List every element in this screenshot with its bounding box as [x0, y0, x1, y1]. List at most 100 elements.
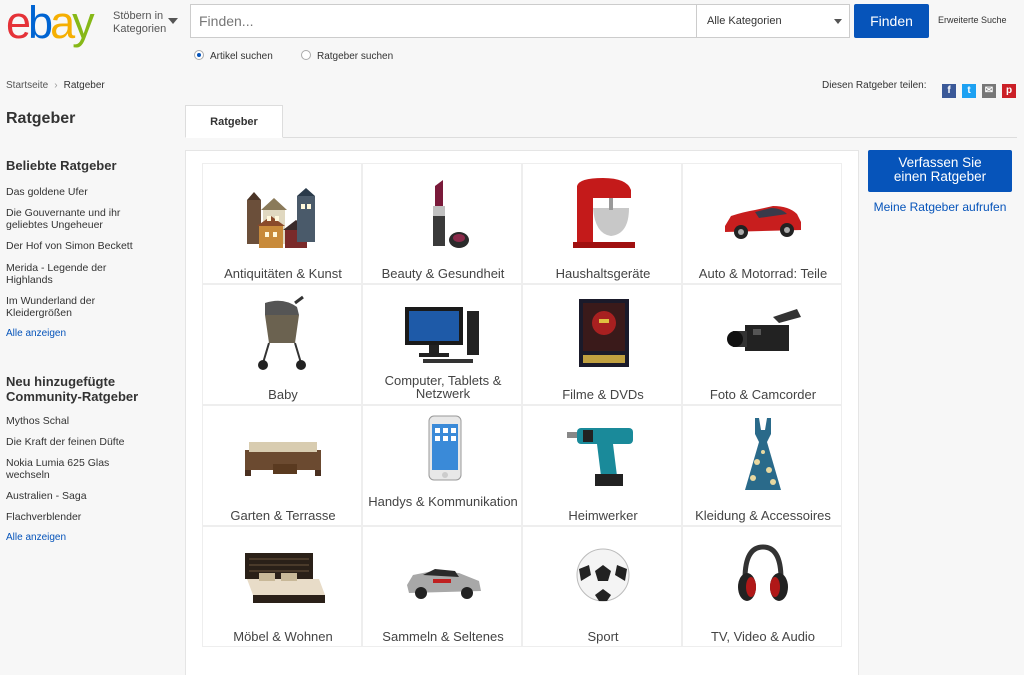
new-guide-item[interactable]: Nokia Lumia 625 Glas wechseln	[6, 457, 121, 481]
houses-art-icon	[247, 188, 315, 248]
category-tile[interactable]: Antiquitäten & Kunst	[202, 163, 362, 284]
my-guides-link[interactable]: Meine Ratgeber aufrufen	[868, 200, 1012, 214]
new-guide-item[interactable]: Australien - Saga	[6, 490, 166, 502]
soccer-ball-icon	[576, 548, 630, 602]
category-tile[interactable]: Kleidung & Accessoires	[682, 405, 842, 526]
popular-guide-item[interactable]: Das goldene Ufer	[6, 186, 166, 198]
category-label: Handys & Kommunikation	[368, 494, 518, 509]
advanced-search-link[interactable]: Erweiterte Suche	[938, 15, 1007, 25]
category-tile[interactable]: Sport	[522, 526, 682, 647]
breadcrumb: Startseite › Ratgeber	[6, 80, 105, 91]
new-guide-item[interactable]: Mythos Schal	[6, 415, 166, 427]
radio-unselected-icon[interactable]	[301, 50, 311, 60]
search-input[interactable]	[191, 5, 696, 37]
browse-line-1: Stöbern in	[113, 10, 164, 22]
category-tile[interactable]: Computer, Tablets & Netzwerk	[362, 284, 522, 405]
write-guide-button[interactable]: Verfassen Sie einen Ratgeber	[868, 150, 1012, 192]
category-label: Filme & DVDs	[562, 387, 644, 402]
category-label: Auto & Motorrad: Teile	[698, 266, 828, 281]
logo-letter-y: y	[72, 0, 94, 48]
email-icon[interactable]: ✉	[982, 84, 996, 98]
page-title: Ratgeber	[6, 110, 76, 127]
category-label: TV, Video & Audio	[710, 629, 816, 644]
write-guide-label-1: Verfassen Sie	[898, 155, 982, 170]
category-label: Antiquitäten & Kunst	[224, 266, 342, 281]
new-guide-item[interactable]: Die Kraft der feinen Düfte	[6, 436, 166, 448]
category-tile[interactable]: Filme & DVDs	[522, 284, 682, 405]
share-label: Diesen Ratgeber teilen:	[822, 80, 927, 91]
category-tile[interactable]: Foto & Camcorder	[682, 284, 842, 405]
tab-ratgeber[interactable]: Ratgeber	[185, 105, 283, 138]
category-select[interactable]: Alle Kategorien	[697, 5, 849, 37]
category-tile[interactable]: Handys & Kommunikation	[362, 405, 522, 526]
chevron-right-icon: ›	[54, 80, 58, 91]
category-tile[interactable]: Auto & Motorrad: Teile	[682, 163, 842, 284]
category-label: Sammeln & Seltenes	[382, 629, 504, 644]
smartphone-icon	[428, 415, 462, 481]
category-tile[interactable]: Möbel & Wohnen	[202, 526, 362, 647]
popular-guide-item[interactable]: Merida - Legende der Highlands	[6, 262, 121, 286]
facebook-icon[interactable]: f	[942, 84, 956, 98]
logo-letter-a: a	[50, 0, 75, 48]
category-label: Computer, Tablets & Netzwerk	[384, 373, 502, 401]
new-guide-item[interactable]: Flachverblender	[6, 511, 166, 523]
headphones-icon	[738, 544, 788, 601]
dress-icon	[745, 418, 781, 490]
browse-line-2: Kategorien	[113, 23, 167, 35]
category-label: Beauty & Gesundheit	[381, 266, 505, 281]
write-guide-label-2: einen Ratgeber	[893, 169, 987, 184]
category-label: Baby	[268, 387, 298, 402]
category-label: Haushaltsgeräte	[555, 266, 651, 281]
popular-guide-item[interactable]: Im Wunderland der Kleidergrößen	[6, 295, 116, 319]
find-button[interactable]: Finden	[854, 4, 929, 38]
new-guides-title: Neu hinzugefügte Community-Ratgeber	[6, 374, 139, 404]
radio-items-label: Artikel suchen	[210, 51, 273, 62]
logo-letter-e: e	[6, 0, 31, 48]
chevron-down-icon[interactable]	[834, 19, 842, 24]
tab-divider	[185, 137, 1017, 138]
category-tile[interactable]: Beauty & Gesundheit	[362, 163, 522, 284]
radio-items[interactable]: Artikel suchen	[194, 50, 273, 62]
category-grid: Antiquitäten & Kunst Beauty & Gesundheit…	[202, 163, 842, 647]
header: ebay Stöbern in Kategorien Alle Kategori…	[0, 0, 1024, 72]
category-label: Garten & Terrasse	[230, 508, 336, 523]
radio-selected-icon[interactable]	[194, 50, 204, 60]
pinterest-icon[interactable]: p	[1002, 84, 1016, 98]
category-label: Foto & Camcorder	[709, 387, 817, 402]
category-tile[interactable]: TV, Video & Audio	[682, 526, 842, 647]
radio-guides-label: Ratgeber suchen	[317, 51, 394, 62]
bed-icon	[245, 553, 325, 603]
category-label: Kleidung & Accessoires	[695, 508, 831, 523]
popular-guide-item[interactable]: Der Hof von Simon Beckett	[6, 240, 166, 252]
stand-mixer-icon	[573, 178, 635, 248]
share-icons: f t ✉ p	[942, 80, 1022, 98]
category-tile[interactable]: Sammeln & Seltenes	[362, 526, 522, 647]
category-tile[interactable]: Haushaltsgeräte	[522, 163, 682, 284]
chevron-down-icon[interactable]	[168, 18, 178, 24]
category-tile[interactable]: Heimwerker	[522, 405, 682, 526]
category-label: Möbel & Wohnen	[233, 629, 333, 644]
dvd-box-icon	[579, 299, 629, 367]
category-label: Sport	[587, 629, 619, 644]
toy-car-icon	[407, 569, 481, 599]
red-car-icon	[725, 206, 801, 239]
category-tile[interactable]: Baby	[202, 284, 362, 405]
stroller-icon	[258, 295, 306, 370]
computer-icon	[405, 307, 479, 363]
popular-guides-title: Beliebte Ratgeber	[6, 158, 117, 173]
twitter-icon[interactable]: t	[962, 84, 976, 98]
ebay-logo[interactable]: ebay	[6, 0, 106, 48]
browse-categories-button[interactable]: Stöbern in Kategorien	[113, 10, 166, 36]
logo-letter-b: b	[28, 0, 53, 48]
popular-guide-item[interactable]: Die Gouvernante und ihr geliebtes Ungehe…	[6, 207, 136, 231]
category-tile[interactable]: Garten & Terrasse	[202, 405, 362, 526]
camcorder-icon	[727, 309, 801, 351]
drill-icon	[567, 428, 633, 486]
lipstick-icon	[433, 180, 469, 248]
popular-show-all-link[interactable]: Alle anzeigen	[6, 328, 66, 339]
radio-guides[interactable]: Ratgeber suchen	[301, 50, 393, 62]
new-show-all-link[interactable]: Alle anzeigen	[6, 532, 66, 543]
search-box: Alle Kategorien	[190, 4, 850, 38]
category-label: Heimwerker	[568, 508, 638, 523]
breadcrumb-home[interactable]: Startseite	[6, 80, 48, 91]
